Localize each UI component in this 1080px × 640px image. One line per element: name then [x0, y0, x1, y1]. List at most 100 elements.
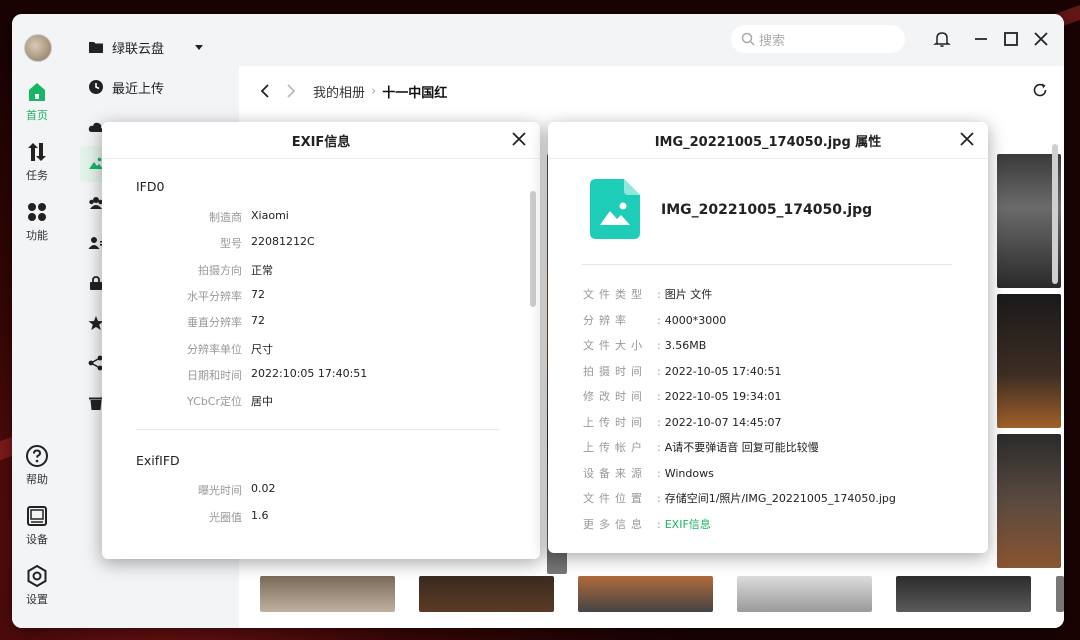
property-colon: : — [657, 288, 661, 301]
rail-help-label: 帮助 — [26, 473, 48, 486]
property-key: 修改时间 — [583, 390, 647, 403]
property-row: 上传时间:2022-10-07 14:45:07 — [583, 414, 782, 430]
nav-recent-label: 最近上传 — [112, 81, 165, 97]
property-value: 2022-10-07 14:45:07 — [664, 415, 782, 429]
property-key: 上传时间 — [583, 415, 647, 429]
property-row: 上传帐户: A请不要弹语音 回复可能比较慢 — [583, 439, 819, 455]
exif-row-key: 分辨率单位 — [187, 342, 242, 356]
property-colon: : — [657, 339, 661, 352]
rail-tasks-label: 任务 — [26, 169, 48, 182]
property-value: 2022-10-05 17:40:51 — [664, 364, 782, 378]
exif-row-value: 尺寸 — [251, 342, 273, 356]
property-row: 文件类型: 图片 文件 — [583, 286, 712, 302]
close-icon[interactable] — [958, 130, 976, 148]
folder-icon — [89, 42, 103, 53]
close-icon[interactable] — [510, 130, 528, 148]
exif-scrollbar[interactable] — [530, 191, 536, 307]
rail-settings-label: 设置 — [26, 593, 48, 606]
exif-row-key: 拍摄方向 — [198, 263, 242, 277]
search-icon — [741, 32, 755, 46]
caret-down-icon[interactable] — [194, 42, 204, 52]
property-key: 文件类型 — [583, 288, 647, 301]
grid-icon — [28, 203, 46, 221]
property-row: 文件大小:3.56MB — [583, 337, 706, 353]
photo-thumbnail[interactable] — [997, 294, 1061, 428]
exif-dialog: EXIF信息 IFD0 制造商 Xiaomi 型号 22081212C 拍摄方向 正常 水平… — [102, 122, 540, 559]
rail-settings[interactable]: 设置 — [12, 564, 62, 607]
property-value: 4000*3000 — [664, 313, 727, 327]
exif-dialog-title: EXIF信息 — [291, 134, 351, 150]
photo-thumbnail[interactable] — [260, 576, 395, 612]
rail-device-label: 设备 — [26, 533, 48, 546]
property-key: 更多信息 — [583, 517, 647, 531]
property-colon: : — [657, 466, 661, 480]
property-key: 拍摄时间 — [583, 364, 647, 378]
exif-row-value: 0.02 — [251, 482, 276, 495]
transfer-icon — [28, 143, 46, 161]
property-colon: : — [657, 415, 661, 429]
property-colon: : — [657, 441, 661, 454]
breadcrumb-current: 十一中国红 — [382, 85, 448, 101]
property-row: 更多信息: EXIF信息 — [583, 516, 711, 532]
photo-thumbnail[interactable] — [1056, 576, 1064, 612]
property-row: 分辨率:4000*3000 — [583, 312, 726, 328]
back-icon[interactable] — [259, 83, 271, 99]
photo-thumbnail[interactable] — [737, 576, 872, 612]
photo-thumbnail[interactable] — [578, 576, 713, 612]
property-value: 存储空间1/照片/IMG_20221005_174050.jpg — [664, 492, 896, 505]
breadcrumb-separator: › — [371, 83, 377, 99]
photo-thumbnail[interactable] — [896, 576, 1031, 612]
exif-row-value: 72 — [251, 314, 265, 328]
property-colon: : — [657, 390, 661, 403]
property-value: A请不要弹语音 回复可能比较慢 — [664, 441, 819, 454]
main-scrollbar[interactable] — [1052, 144, 1058, 284]
property-colon: : — [657, 517, 661, 531]
exif-body: IFD0 制造商 Xiaomi 型号 22081212C 拍摄方向 正常 水平分辨率 72 垂直… — [102, 159, 540, 559]
breadcrumb: 我的相册 › 十一中国红 — [239, 66, 1064, 116]
breadcrumb-parent[interactable]: 我的相册 — [313, 82, 365, 101]
maximize-icon[interactable] — [1002, 30, 1020, 48]
avatar[interactable] — [24, 34, 52, 62]
photo-thumbnail[interactable] — [997, 434, 1061, 568]
settings-icon — [27, 564, 47, 588]
exif-row-key: 日期和时间 — [187, 368, 242, 382]
exif-row-value: 正常 — [251, 263, 273, 277]
clock-icon — [89, 80, 103, 94]
forward-icon[interactable] — [285, 83, 297, 99]
photo-thumbnail[interactable] — [419, 576, 554, 612]
exif-row-value: 72 — [251, 287, 265, 301]
property-value: Windows — [664, 466, 714, 480]
search-input[interactable]: 搜索 — [731, 25, 905, 53]
rail-home[interactable]: 首页 — [12, 80, 62, 123]
rail-tasks[interactable]: 任务 — [12, 140, 62, 183]
top-bar: 搜索 — [239, 14, 1064, 66]
search-placeholder: 搜索 — [759, 33, 786, 49]
exif-row-value: Xiaomi — [251, 209, 289, 222]
divider — [136, 429, 499, 430]
exif-row-key: 型号 — [220, 237, 242, 251]
property-row: 拍摄时间:2022-10-05 17:40:51 — [583, 363, 782, 379]
exif-row-value: 1.6 — [251, 509, 269, 522]
nav-cloud-label: 绿联云盘 — [112, 41, 165, 57]
properties-dialog-header: IMG_20221005_174050.jpg 属性 — [548, 122, 988, 159]
property-row: 设备来源: Windows — [583, 465, 714, 481]
bell-icon[interactable] — [933, 30, 951, 48]
exif-row-key: 水平分辨率 — [187, 289, 242, 303]
refresh-icon[interactable] — [1032, 82, 1048, 98]
minimize-icon[interactable] — [972, 30, 990, 48]
image-file-icon — [590, 179, 640, 239]
close-icon[interactable] — [1032, 30, 1050, 48]
nav-item-recent[interactable]: 最近上传 — [62, 70, 239, 104]
rail-device[interactable]: 设备 — [12, 504, 62, 547]
rail-help[interactable]: 帮助 — [12, 444, 62, 487]
exif-row-key: 光圈值 — [209, 511, 242, 524]
property-value: 3.56MB — [664, 339, 707, 352]
properties-dialog-title: IMG_20221005_174050.jpg 属性 — [654, 134, 882, 150]
property-colon: : — [657, 492, 661, 505]
exif-info-link[interactable]: EXIF信息 — [665, 518, 711, 531]
properties-dialog: IMG_20221005_174050.jpg 属性 IMG_20221005_… — [548, 122, 988, 553]
nav-item-cloud[interactable]: 绿联云盘 — [62, 30, 239, 64]
exif-row-key: 制造商 — [209, 211, 242, 224]
rail-features[interactable]: 功能 — [12, 200, 62, 243]
exif-row-value: 2022:10:05 17:40:51 — [251, 366, 368, 380]
